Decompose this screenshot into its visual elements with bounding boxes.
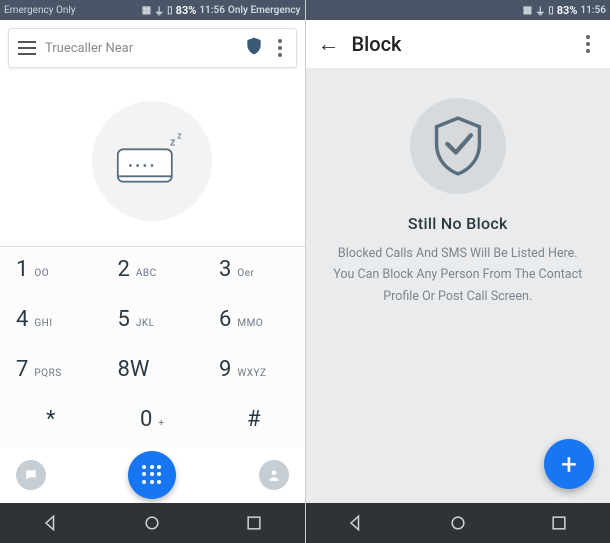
battery-icon: ▯ bbox=[548, 5, 554, 16]
svg-text:z: z bbox=[170, 136, 175, 149]
status-bar: ▦ ⏚ ▯ 83% 11:56 bbox=[306, 0, 610, 20]
nav-home-icon[interactable] bbox=[141, 512, 163, 534]
wifi-icon: ⏚ bbox=[154, 3, 164, 18]
shield-check-icon bbox=[410, 98, 506, 194]
phone-left: Emergency Only ▦ ⏚ ▯ 83% 11:56 Only Emer… bbox=[0, 0, 306, 543]
shield-icon[interactable] bbox=[244, 36, 264, 60]
search-bar[interactable]: Truecaller Near bbox=[8, 28, 297, 68]
add-block-fab[interactable]: + bbox=[544, 439, 594, 489]
nav-back-icon[interactable] bbox=[40, 512, 62, 534]
key-2[interactable]: 2ABC bbox=[102, 247, 204, 297]
key-hash[interactable]: # bbox=[203, 397, 305, 447]
search-bar-container: Truecaller Near bbox=[0, 20, 305, 76]
key-6[interactable]: 6MMO bbox=[203, 297, 305, 347]
nav-recent-icon[interactable] bbox=[548, 512, 570, 534]
key-0[interactable]: 0+ bbox=[102, 397, 204, 447]
chat-icon[interactable] bbox=[16, 460, 46, 490]
android-nav bbox=[0, 503, 305, 543]
key-9[interactable]: 9WXYZ bbox=[203, 347, 305, 397]
app-bar: ← Block bbox=[306, 20, 610, 68]
nav-home-icon[interactable] bbox=[447, 512, 469, 534]
empty-illustration: z z bbox=[0, 76, 305, 246]
menu-icon[interactable] bbox=[15, 36, 39, 60]
back-arrow-icon[interactable]: ← bbox=[318, 31, 340, 57]
block-body: Still No Block Blocked Calls And SMS Wil… bbox=[306, 68, 610, 503]
key-7[interactable]: 7PQRS bbox=[0, 347, 102, 397]
battery-icon: ▯ bbox=[167, 5, 173, 16]
key-8[interactable]: 8W bbox=[102, 347, 204, 397]
bottom-bar bbox=[0, 447, 305, 503]
overflow-menu-icon[interactable] bbox=[578, 35, 598, 53]
clock: 11:56 bbox=[580, 5, 606, 16]
dial-fab[interactable] bbox=[128, 451, 176, 499]
nfc-icon: ▦ bbox=[142, 5, 151, 16]
carrier-text: Emergency Only bbox=[4, 5, 76, 16]
plus-icon: + bbox=[561, 448, 577, 481]
page-title: Block bbox=[352, 32, 567, 56]
contacts-icon[interactable] bbox=[259, 460, 289, 490]
nfc-icon: ▦ bbox=[523, 5, 532, 16]
empty-description: Blocked Calls And SMS Will Be Listed Her… bbox=[330, 243, 587, 307]
wifi-icon: ⏚ bbox=[535, 3, 545, 18]
key-5[interactable]: 5JKL bbox=[102, 297, 204, 347]
key-3[interactable]: 3Oer bbox=[203, 247, 305, 297]
key-1[interactable]: 1OO bbox=[0, 247, 102, 297]
key-star[interactable]: * bbox=[0, 397, 102, 447]
search-input[interactable]: Truecaller Near bbox=[45, 41, 238, 56]
android-nav bbox=[306, 503, 610, 543]
nav-recent-icon[interactable] bbox=[243, 512, 265, 534]
dial-pad: 1OO 2ABC 3Oer 4GHI 5JKL 6MMO 7PQRS 8W 9W… bbox=[0, 246, 305, 447]
battery-percent: 83% bbox=[557, 4, 578, 17]
dialpad-icon bbox=[142, 465, 162, 485]
battery-percent: 83% bbox=[176, 4, 197, 17]
overflow-menu-icon[interactable] bbox=[270, 39, 290, 57]
svg-text:z: z bbox=[177, 132, 182, 142]
carrier-extra: Only Emergency bbox=[228, 5, 301, 16]
nav-back-icon[interactable] bbox=[345, 512, 367, 534]
key-4[interactable]: 4GHI bbox=[0, 297, 102, 347]
clock: 11:56 bbox=[199, 5, 225, 16]
phone-right: ▦ ⏚ ▯ 83% 11:56 ← Block Still No Block B… bbox=[306, 0, 610, 543]
status-bar: Emergency Only ▦ ⏚ ▯ 83% 11:56 Only Emer… bbox=[0, 0, 305, 20]
empty-title: Still No Block bbox=[408, 214, 508, 233]
